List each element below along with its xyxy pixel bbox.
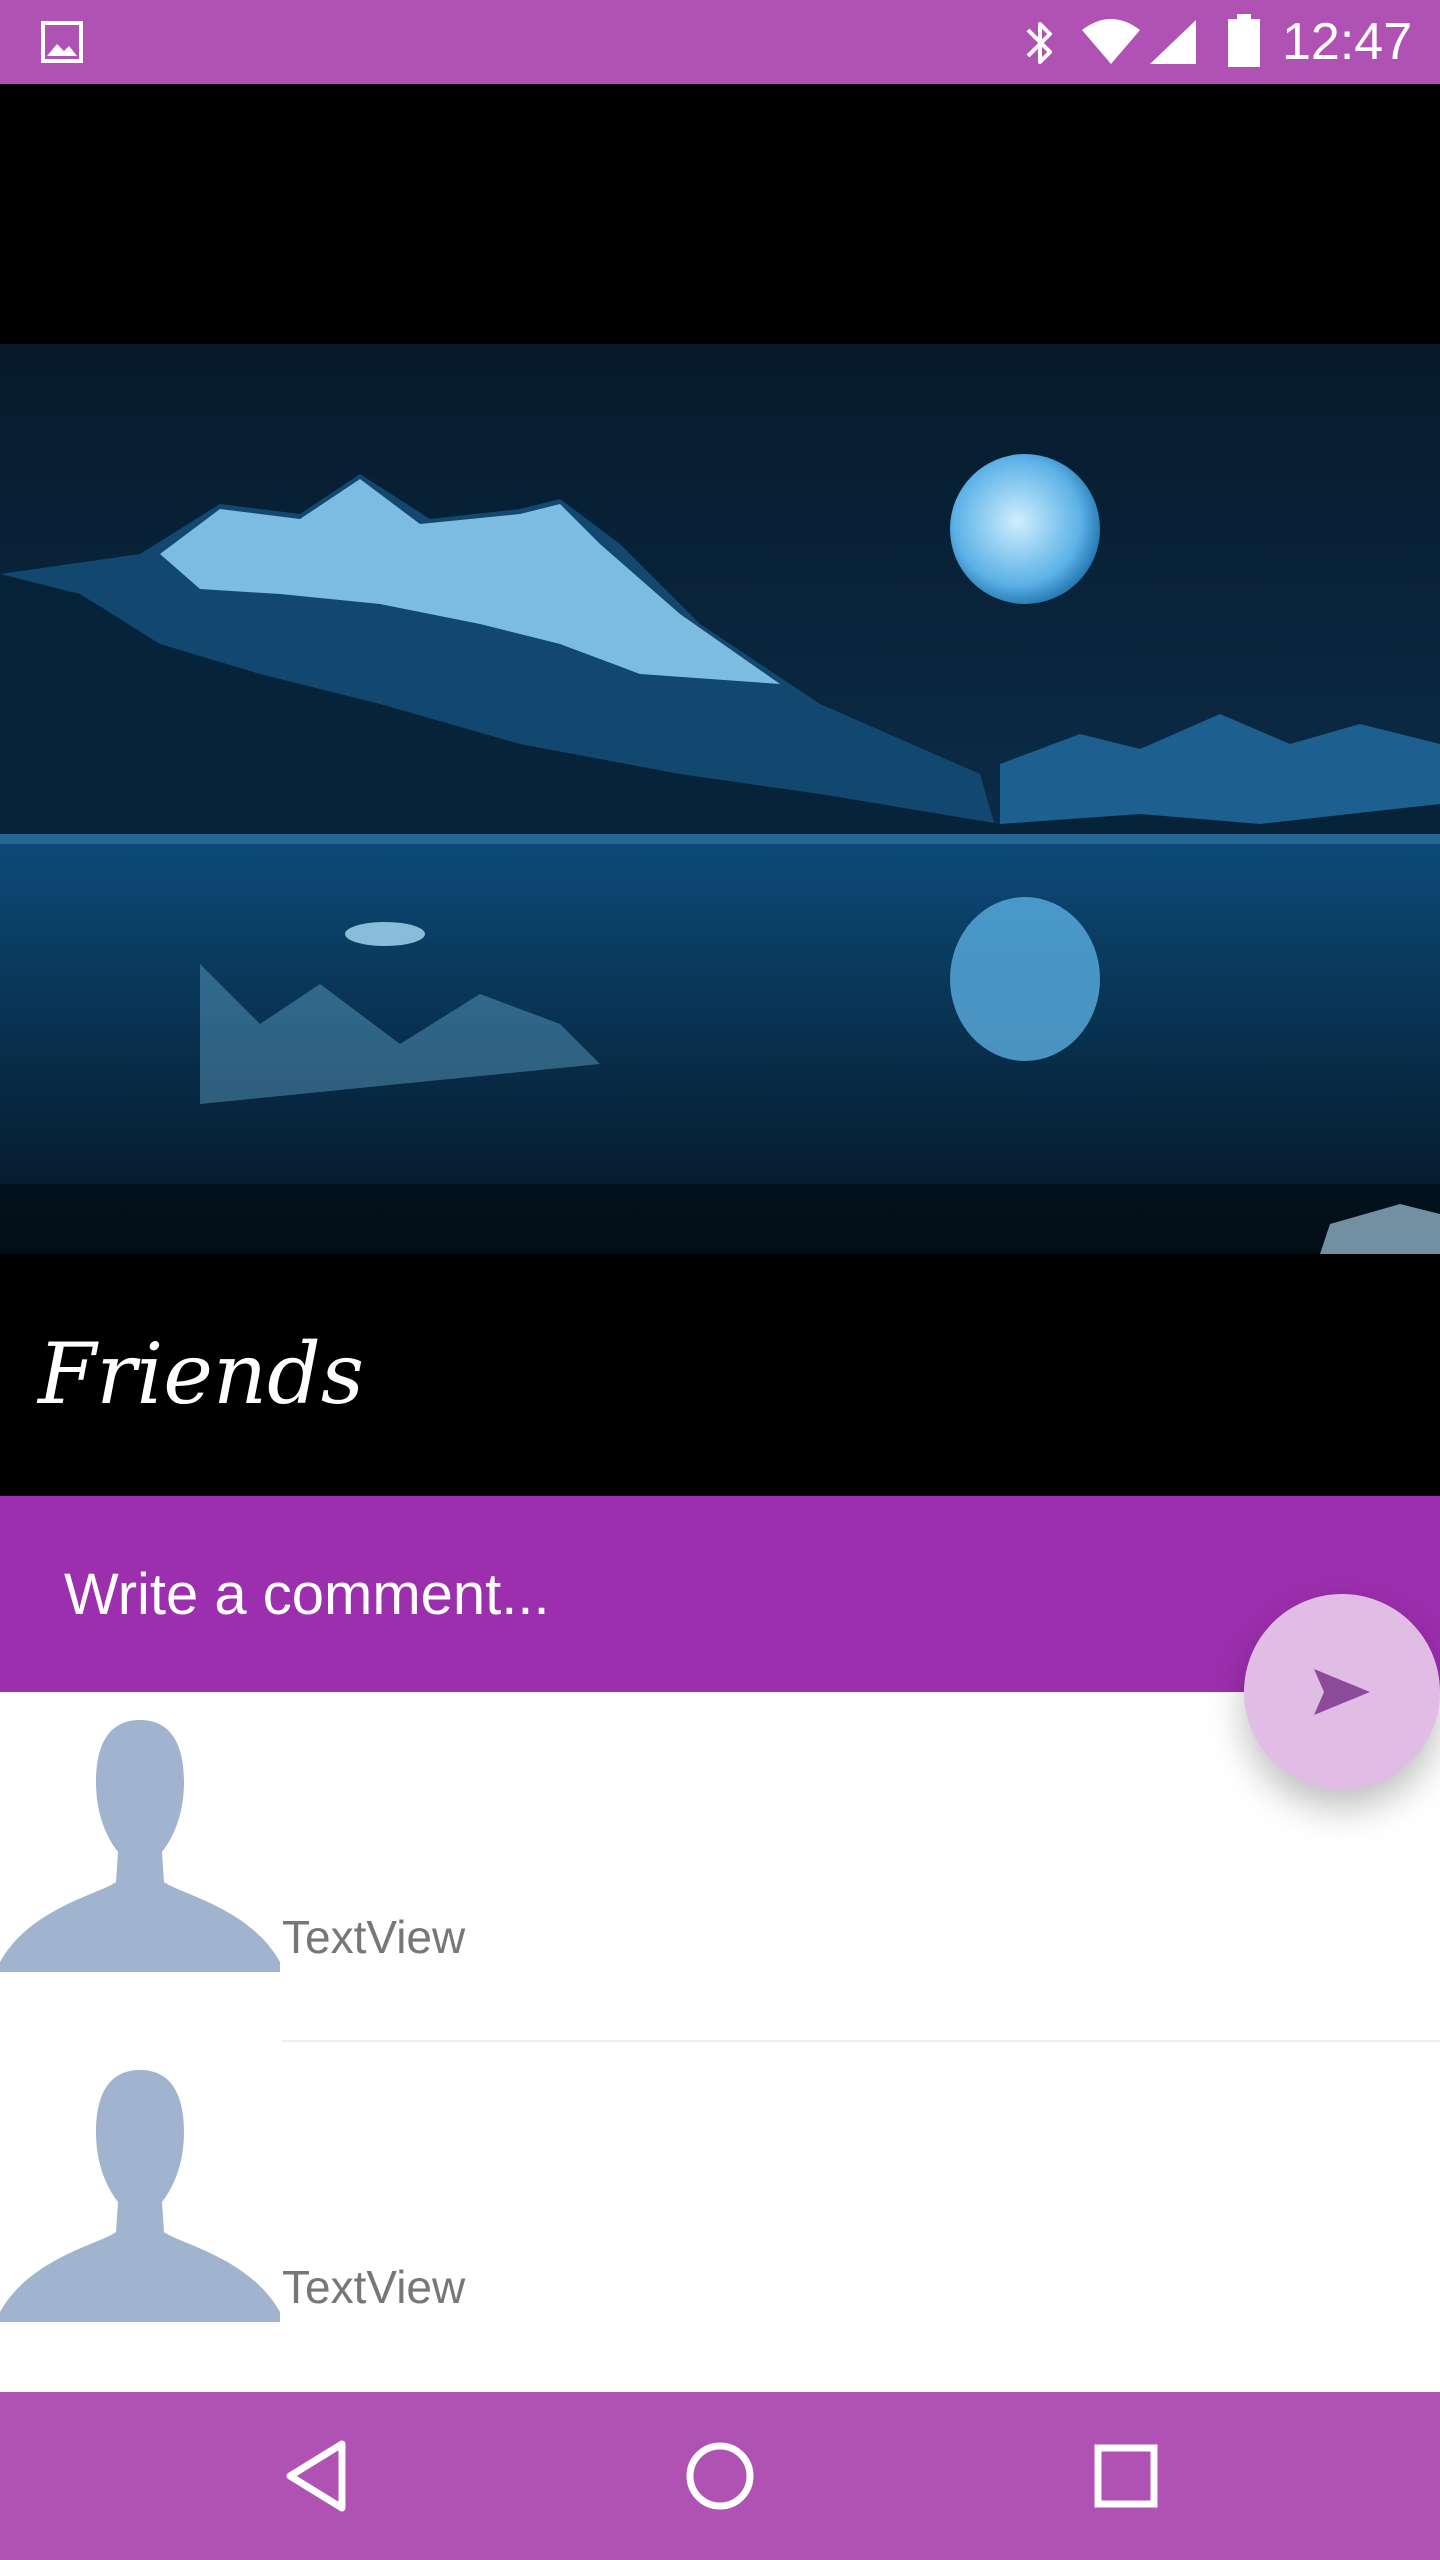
comment-bar xyxy=(0,1496,1440,1692)
moonlit-lake-photo xyxy=(0,344,1440,1254)
status-time: 12:47 xyxy=(1282,13,1413,71)
send-icon xyxy=(1314,1669,1370,1715)
comment-input[interactable] xyxy=(64,1546,1214,1642)
hero-title: Friends xyxy=(38,1325,364,1423)
send-button[interactable] xyxy=(1244,1594,1440,1790)
list-item[interactable]: TextView xyxy=(0,1692,1440,2042)
recents-icon[interactable] xyxy=(1086,2436,1166,2516)
comments-list: TextView TextView xyxy=(0,1692,1440,2392)
wifi-icon xyxy=(1082,19,1140,64)
bluetooth-icon xyxy=(1026,22,1052,64)
gallery-icon xyxy=(41,21,83,63)
back-icon[interactable] xyxy=(276,2436,356,2516)
list-item[interactable]: TextView xyxy=(0,2042,1440,2392)
navigation-bar xyxy=(0,2392,1440,2560)
comment-author: TextView xyxy=(282,2261,466,2313)
status-bar: 12:47 xyxy=(0,0,1440,84)
screen: 12:47 Friends Write a comment... TextVie… xyxy=(0,0,1440,2560)
default-avatar-icon xyxy=(0,1720,280,1972)
comment-author: TextView xyxy=(282,1911,466,1963)
signal-icon xyxy=(1150,20,1196,64)
battery-icon xyxy=(1228,14,1260,67)
hero-section: Friends xyxy=(0,84,1440,1496)
home-icon[interactable] xyxy=(680,2436,760,2516)
default-avatar-icon xyxy=(0,2070,280,2322)
